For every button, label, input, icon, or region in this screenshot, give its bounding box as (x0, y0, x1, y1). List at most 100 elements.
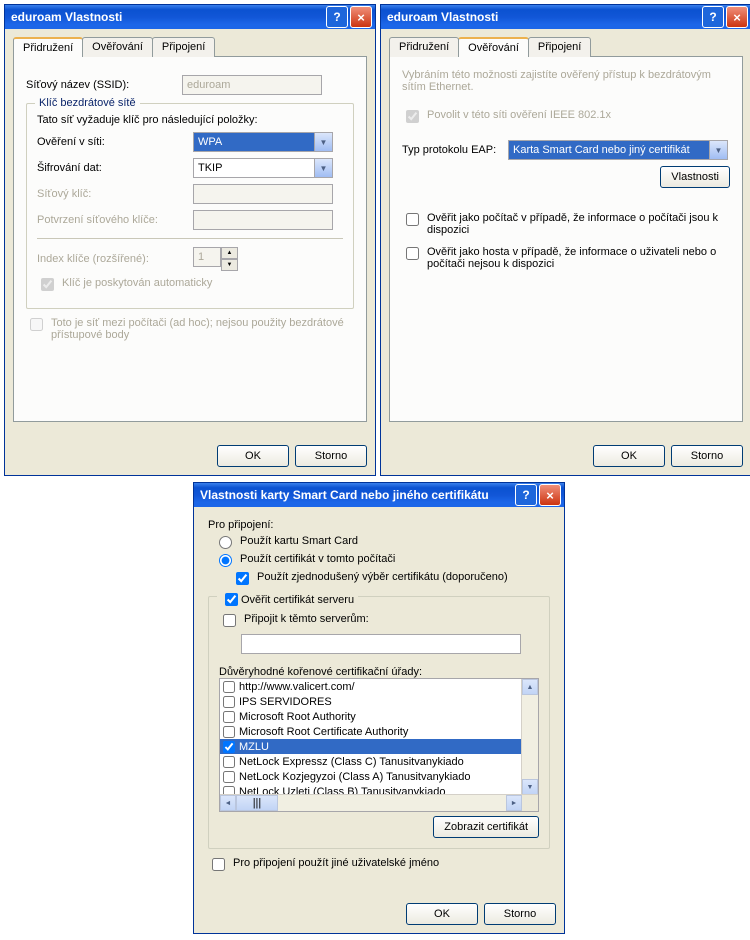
scroll-left-icon[interactable]: ◄ (220, 795, 236, 811)
adhoc-checkbox (30, 318, 43, 331)
titlebar[interactable]: eduroam Vlastnosti ? × (5, 5, 375, 29)
window-title: eduroam Vlastnosti (11, 10, 324, 24)
item-checkbox[interactable] (223, 681, 235, 693)
window-smartcard-cert: Vlastnosti karty Smart Card nebo jiného … (193, 482, 565, 934)
ca-listbox[interactable]: http://www.valicert.com/ IPS SERVIDORES … (219, 678, 539, 812)
use-smartcard-label: Použít kartu Smart Card (240, 535, 358, 547)
use-cert-radio[interactable] (219, 554, 232, 567)
scroll-right-icon[interactable]: ► (506, 795, 522, 811)
button-row: OK Storno (381, 439, 750, 475)
list-item[interactable]: Microsoft Root Authority (220, 709, 522, 724)
list-item[interactable]: Microsoft Root Certificate Authority (220, 724, 522, 739)
ok-button[interactable]: OK (217, 445, 289, 467)
use-smartcard-radio[interactable] (219, 536, 232, 549)
help-button[interactable]: ? (326, 6, 348, 28)
auth-as-guest-label: Ověřit jako hosta v případě, že informac… (427, 246, 730, 270)
titlebar[interactable]: eduroam Vlastnosti ? × (381, 5, 750, 29)
tab-association[interactable]: Přidružení (389, 37, 459, 57)
auth-label: Ověření v síti: (37, 136, 187, 148)
item-checkbox[interactable] (223, 756, 235, 768)
help-button[interactable]: ? (515, 484, 537, 506)
item-label: Microsoft Root Authority (239, 711, 356, 723)
item-checkbox[interactable] (223, 741, 235, 753)
button-row: OK Storno (194, 897, 564, 933)
scroll-down-icon[interactable]: ▼ (522, 779, 538, 795)
horizontal-scrollbar[interactable]: ◄ ||| ► (220, 794, 538, 811)
ssid-label: Síťový název (SSID): (26, 79, 176, 91)
properties-button[interactable]: Vlastnosti (660, 166, 730, 188)
close-button[interactable]: × (350, 6, 372, 28)
connect-servers-input[interactable] (241, 634, 521, 654)
ssid-input (182, 75, 322, 95)
network-key-input (193, 184, 333, 204)
item-label: IPS SERVIDORES (239, 696, 332, 708)
simple-select-checkbox[interactable] (236, 572, 249, 585)
encryption-select[interactable] (193, 158, 333, 178)
key-message: Tato síť vyžaduje klíč pro následující p… (37, 114, 343, 126)
auth-select[interactable] (193, 132, 333, 152)
simple-select-label: Použít zjednodušený výběr certifikátu (d… (257, 571, 508, 583)
spinner-up-icon: ▲ (221, 247, 238, 259)
validate-label: Ověřit certifikát serveru (241, 594, 354, 606)
close-button[interactable]: × (539, 484, 561, 506)
tab-authentication[interactable]: Ověřování (458, 37, 529, 57)
cancel-button[interactable]: Storno (484, 903, 556, 925)
confirm-key-input (193, 210, 333, 230)
window-title: eduroam Vlastnosti (387, 10, 700, 24)
list-item[interactable]: http://www.valicert.com/ (220, 679, 522, 694)
group-legend: Klíč bezdrátové sítě (35, 97, 140, 109)
scroll-thumb[interactable]: ||| (236, 795, 278, 811)
scroll-corner (522, 795, 538, 811)
item-checkbox[interactable] (223, 696, 235, 708)
tab-association[interactable]: Přidružení (13, 37, 83, 57)
spinner-down-icon: ▼ (221, 259, 238, 271)
auth-as-guest-checkbox[interactable] (406, 247, 419, 260)
button-row: OK Storno (5, 439, 375, 475)
connect-for-label: Pro připojení: (208, 519, 550, 531)
list-item[interactable]: IPS SERVIDORES (220, 694, 522, 709)
list-item[interactable]: NetLock Kozjegyzoi (Class A) Tanusitvany… (220, 769, 522, 784)
tab-connection[interactable]: Připojení (152, 37, 215, 57)
encryption-label: Šifrování dat: (37, 162, 187, 174)
scroll-up-icon[interactable]: ▲ (522, 679, 538, 695)
list-item[interactable]: NetLock Expressz (Class C) Tanusitvanyki… (220, 754, 522, 769)
tabstrip: Přidružení Ověřování Připojení (389, 37, 743, 57)
close-button[interactable]: × (726, 6, 748, 28)
different-username-checkbox[interactable] (212, 858, 225, 871)
auth-as-computer-checkbox[interactable] (406, 213, 419, 226)
cancel-button[interactable]: Storno (671, 445, 743, 467)
adhoc-label: Toto je síť mezi počítači (ad hoc); nejs… (51, 317, 354, 341)
item-checkbox[interactable] (223, 726, 235, 738)
eap-select[interactable] (508, 140, 728, 160)
client-area: Přidružení Ověřování Připojení Síťový ná… (5, 29, 375, 439)
titlebar[interactable]: Vlastnosti karty Smart Card nebo jiného … (194, 483, 564, 507)
show-cert-button[interactable]: Zobrazit certifikát (433, 816, 539, 838)
help-button[interactable]: ? (702, 6, 724, 28)
client-area: Pro připojení: Použít kartu Smart Card P… (194, 507, 564, 897)
item-label: NetLock Kozjegyzoi (Class A) Tanusitvany… (239, 771, 471, 783)
description-text: Vybráním této možnosti zajistíte ověřený… (402, 69, 730, 93)
connect-servers-label: Připojit k těmto serverům: (244, 613, 369, 625)
tab-authentication[interactable]: Ověřování (82, 37, 153, 57)
ok-button[interactable]: OK (593, 445, 665, 467)
item-checkbox[interactable] (223, 711, 235, 723)
ok-button[interactable]: OK (406, 903, 478, 925)
connect-servers-checkbox[interactable] (223, 614, 236, 627)
vertical-scrollbar[interactable]: ▲ ▼ (521, 679, 538, 795)
enable-8021x-checkbox (406, 110, 419, 123)
key-index-label: Index klíče (rozšířené): (37, 253, 187, 265)
use-cert-label: Použít certifikát v tomto počítači (240, 553, 395, 565)
window-association: eduroam Vlastnosti ? × Přidružení Ověřov… (4, 4, 376, 476)
network-key-label: Síťový klíč: (37, 188, 187, 200)
item-label: MZLU (239, 741, 269, 753)
validate-checkbox[interactable] (225, 593, 238, 606)
window-authentication: eduroam Vlastnosti ? × Přidružení Ověřov… (380, 4, 750, 476)
cancel-button[interactable]: Storno (295, 445, 367, 467)
key-index-input (193, 247, 221, 267)
confirm-key-label: Potvrzení síťového klíče: (37, 214, 187, 226)
eap-label: Typ protokolu EAP: (402, 144, 502, 156)
tab-connection[interactable]: Připojení (528, 37, 591, 57)
item-checkbox[interactable] (223, 771, 235, 783)
list-item[interactable]: MZLU (220, 739, 522, 754)
item-label: http://www.valicert.com/ (239, 681, 355, 693)
